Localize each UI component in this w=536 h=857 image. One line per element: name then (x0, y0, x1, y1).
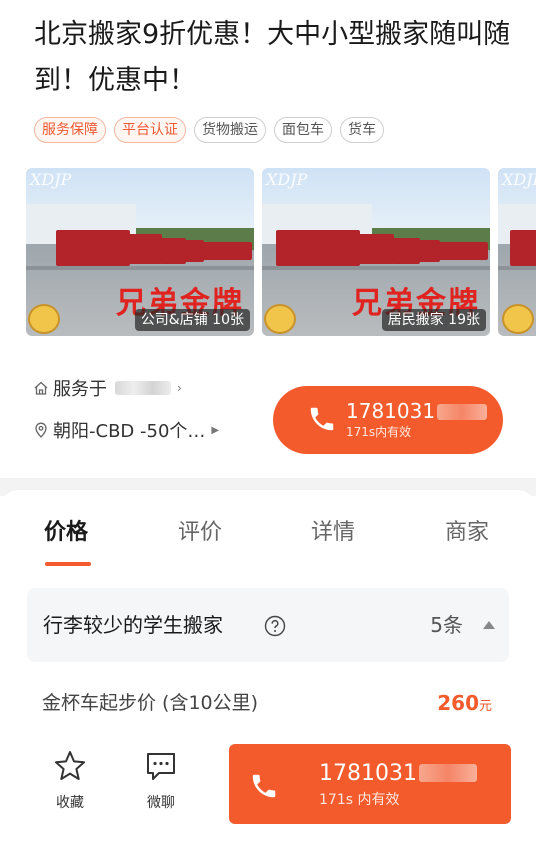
chat-bubble-icon (147, 753, 175, 780)
blurred-count (115, 381, 171, 395)
gallery-photo-partial[interactable]: XDJP (498, 168, 536, 336)
collapse-caret-icon[interactable] (483, 621, 495, 629)
help-icon[interactable] (264, 615, 286, 637)
phone-number: 1781031 (319, 761, 477, 787)
triangle-right-icon: ▶ (211, 424, 220, 436)
tag-list: 服务保障 平台认证 货物搬运 面包车 货车 (34, 117, 384, 143)
served-count-row[interactable]: 服务于 › (33, 375, 263, 401)
tag-minivan: 面包车 (274, 117, 332, 143)
phone-number: 1781031 (346, 400, 488, 422)
tab-reviews[interactable]: 评价 (178, 516, 222, 550)
watermark-text: XDJP (266, 170, 308, 189)
call-button-top[interactable]: 1781031 171s内有效 (273, 386, 503, 454)
phone-icon (310, 407, 334, 431)
listing-title: 北京搬家9折优惠！大中小型搬家随叫随到！优惠中！ (34, 19, 511, 96)
location-text: 朝阳-CBD -50个… (53, 421, 206, 442)
package-count: 5条 (430, 613, 463, 637)
watermark-text: XDJP (30, 170, 72, 189)
masked-digits (437, 404, 488, 420)
photo-caption: 公司&店铺 10张 (134, 309, 250, 331)
price-item-label: 金杯车起步价 (含10公里) (42, 692, 259, 714)
price-item: 金杯车起步价 (含10公里) 260元 (42, 686, 494, 720)
photo-caption: 居民搬家 19张 (381, 309, 486, 331)
masked-digits (418, 764, 477, 782)
tag-truck: 货车 (340, 117, 384, 143)
gold-badge-icon (28, 304, 60, 334)
favorite-button[interactable]: 收藏 (45, 748, 95, 812)
location-pin-icon (35, 422, 47, 438)
call-button-bottom[interactable]: 1781031 171s 内有效 (229, 744, 511, 824)
package-title: 行李较少的学生搬家 (43, 613, 223, 637)
phone-validity: 171s 内有效 (319, 792, 400, 808)
gallery-photo-company[interactable]: XDJP 兄弟金牌 公司&店铺 10张 (26, 168, 254, 336)
phone-validity: 171s内有效 (346, 425, 412, 439)
service-info: 服务于 › 朝阳-CBD -50个… ▶ (33, 375, 263, 443)
price-item-value: 260元 (437, 691, 492, 715)
tab-bar: 价格 评价 详情 商家 (0, 516, 536, 566)
location-row[interactable]: 朝阳-CBD -50个… ▶ (33, 417, 263, 443)
tab-details[interactable]: 详情 (311, 516, 355, 550)
active-tab-indicator (45, 562, 91, 566)
chat-button[interactable]: 微聊 (136, 748, 186, 812)
photo-gallery[interactable]: XDJP 兄弟金牌 公司&店铺 10张 XDJP 兄弟金牌 居民搬家 19张 X… (26, 168, 536, 336)
gallery-photo-residential[interactable]: XDJP 兄弟金牌 居民搬家 19张 (262, 168, 490, 336)
phone-icon (252, 774, 276, 798)
home-icon (34, 381, 48, 395)
tag-goods-moving: 货物搬运 (194, 117, 266, 143)
package-header[interactable]: 行李较少的学生搬家 5条 (27, 588, 509, 662)
tag-service-guarantee: 服务保障 (34, 117, 106, 143)
tab-merchant[interactable]: 商家 (445, 516, 489, 550)
tag-platform-certified: 平台认证 (114, 117, 186, 143)
served-label: 服务于 (53, 379, 107, 400)
gold-badge-icon (502, 304, 534, 334)
star-icon (55, 751, 85, 780)
watermark-text: XDJP (502, 170, 536, 189)
gold-badge-icon (264, 304, 296, 334)
tab-price[interactable]: 价格 (44, 516, 88, 550)
chevron-right-icon: › (177, 381, 182, 395)
